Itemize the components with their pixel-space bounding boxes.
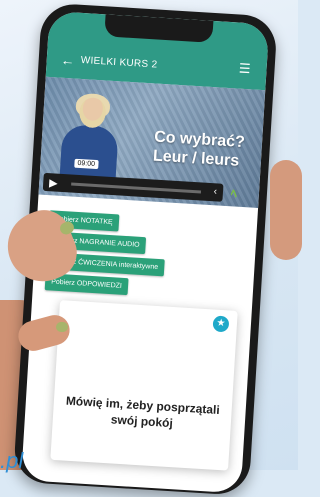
flashcard[interactable]: ★ Mówię im, żeby posprzątali swój pokój <box>50 300 238 471</box>
video-title: Co wybrać? Leur / leurs <box>152 128 258 172</box>
brand-logo-icon: ﾍ <box>230 186 238 201</box>
video-time: 09:00 <box>74 158 99 170</box>
video-player[interactable]: Co wybrać? Leur / leurs ▶ 09:00 ‹ ﾍ <box>38 76 266 208</box>
video-progress-bar[interactable] <box>71 182 202 194</box>
finger-nail <box>56 322 68 332</box>
arrow-left-icon[interactable]: ← <box>60 52 75 69</box>
app-title: WIELKI KURS 2 <box>80 54 158 71</box>
chevron-left-icon[interactable]: ‹ <box>213 186 217 197</box>
website-text: .pl <box>0 448 24 473</box>
flashcard-text: Mówię im, żeby posprzątali swój pokój <box>65 393 221 431</box>
star-icon[interactable]: ★ <box>212 315 230 333</box>
hamburger-menu-icon[interactable]: ☰ <box>238 61 251 78</box>
right-finger <box>270 160 302 260</box>
play-icon[interactable]: ▶ <box>49 176 58 189</box>
